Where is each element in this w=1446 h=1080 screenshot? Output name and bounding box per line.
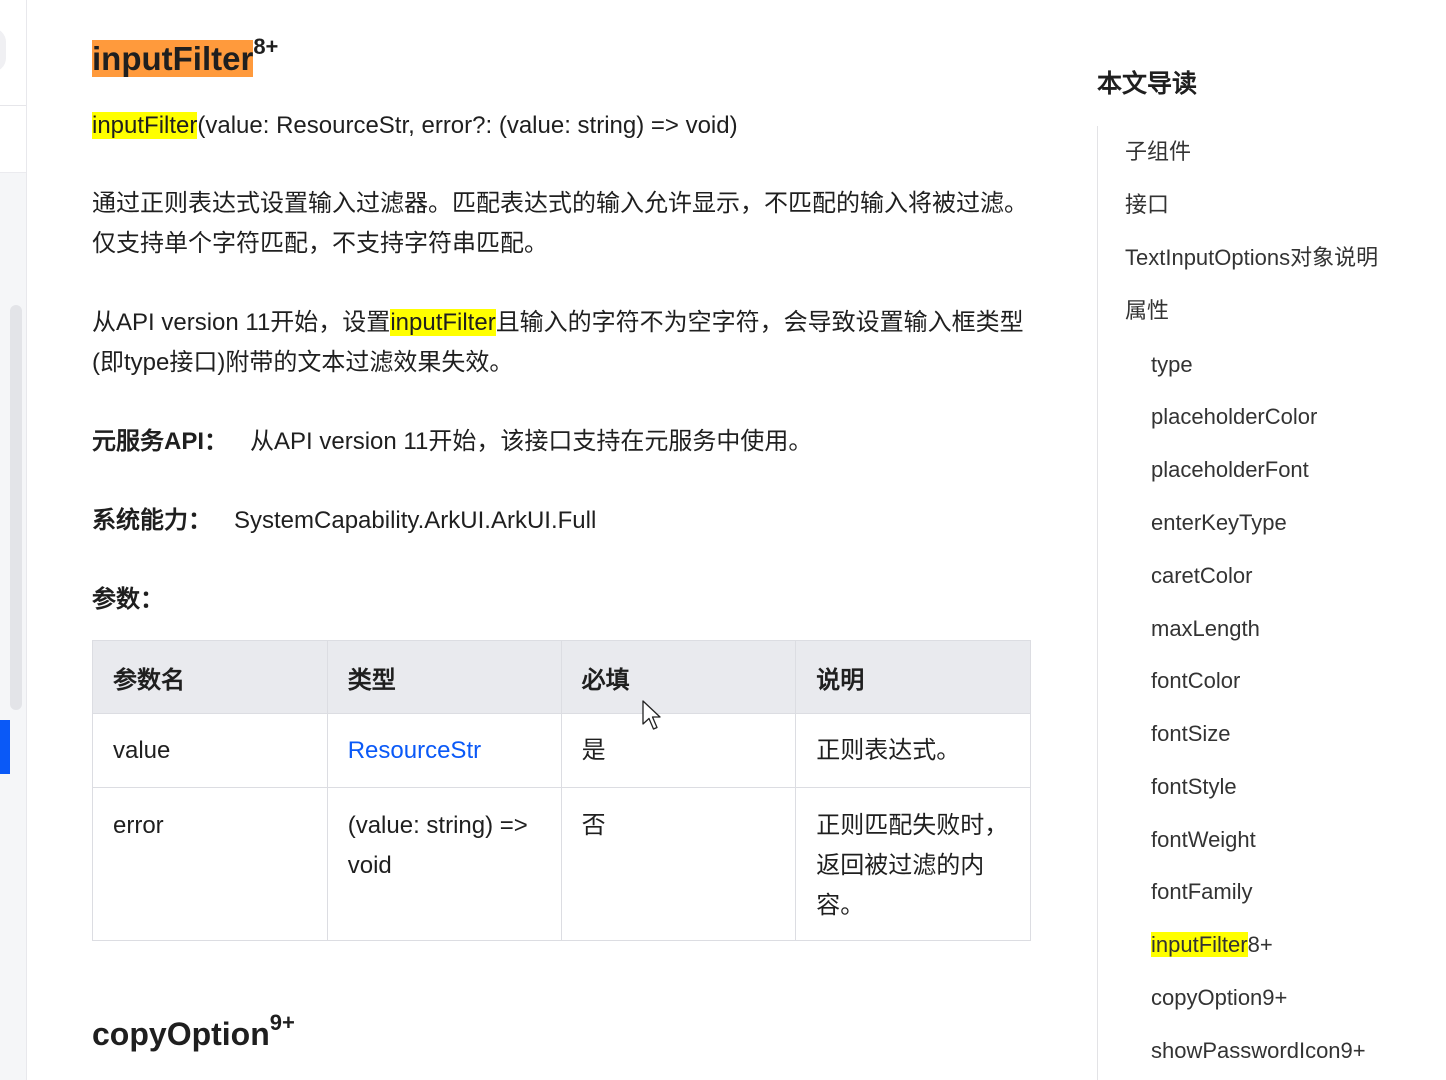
table-row: error (value: string) => void 否 正则匹配失败时，… bbox=[92, 787, 1031, 941]
toc-item-label: fontWeight bbox=[1151, 827, 1256, 852]
toc-item[interactable]: fontSize bbox=[1098, 719, 1231, 749]
toc-item[interactable]: copyOption9+ bbox=[1098, 983, 1287, 1013]
api-signature: inputFilter(value: ResourceStr, error?: … bbox=[92, 108, 738, 144]
toc-item-label: placeholderFont bbox=[1151, 457, 1309, 482]
toc-item[interactable]: 子组件 bbox=[1098, 137, 1191, 167]
toc-item[interactable]: fontStyle bbox=[1098, 772, 1237, 802]
next-heading-label: copyOption bbox=[92, 1016, 270, 1052]
meta-service-label: 元服务API： bbox=[92, 428, 229, 455]
toc-title: 本文导读 bbox=[1097, 70, 1198, 98]
note-paragraph: 从API version 11开始，设置inputFilter且输入的字符不为空… bbox=[92, 303, 1032, 383]
cell-type: ResourceStr bbox=[326, 713, 562, 788]
section-heading-copyoption: copyOption9+ bbox=[92, 1010, 295, 1053]
toc-item[interactable]: TextInputOptions对象说明 bbox=[1098, 243, 1378, 273]
toc-item[interactable]: caretColor bbox=[1098, 561, 1252, 591]
cell-required: 否 bbox=[560, 787, 797, 941]
toc-item-label: fontFamily bbox=[1151, 879, 1253, 904]
section-heading-inputfilter: inputFilter8+ bbox=[92, 34, 278, 78]
toc-item[interactable]: fontWeight bbox=[1098, 825, 1256, 855]
toc-item-label: placeholderColor bbox=[1151, 404, 1318, 429]
toc-item[interactable]: maxLength bbox=[1098, 614, 1260, 644]
header-param-name: 参数名 bbox=[92, 640, 328, 714]
toc-item[interactable]: placeholderColor bbox=[1098, 402, 1317, 432]
toc-item-label: TextInputOptions对象说明 bbox=[1125, 245, 1379, 270]
system-capability-label: 系统能力： bbox=[92, 507, 212, 534]
toc-item-label: type bbox=[1151, 352, 1193, 377]
resourcestr-link[interactable]: ResourceStr bbox=[348, 737, 481, 764]
sidebar-active-indicator bbox=[0, 720, 10, 774]
toc-item[interactable]: enterKeyType bbox=[1098, 508, 1287, 538]
section-heading-sup: 8+ bbox=[253, 34, 279, 59]
meta-service-line: 元服务API： 从API version 11开始，该接口支持在元服务中使用。 bbox=[92, 422, 812, 462]
toc-item[interactable]: 属性 bbox=[1098, 296, 1169, 326]
left-strip-section bbox=[0, 106, 26, 173]
signature-params: (value: ResourceStr, error?: (value: str… bbox=[197, 112, 738, 139]
cell-param-name: value bbox=[92, 713, 328, 788]
table-row: value ResourceStr 是 正则表达式。 bbox=[92, 713, 1031, 788]
toc-item-label: copyOption9+ bbox=[1151, 985, 1288, 1010]
note-highlight: inputFilter bbox=[390, 309, 496, 336]
toc-item-label: maxLength bbox=[1151, 616, 1260, 641]
header-description: 说明 bbox=[795, 640, 1031, 714]
section-heading-label: inputFilter bbox=[92, 40, 254, 77]
table-header-row: 参数名 类型 必填 说明 bbox=[92, 640, 1031, 714]
next-heading-sup: 9+ bbox=[269, 1010, 295, 1035]
toc-item-label: 属性 bbox=[1125, 298, 1170, 323]
toc-item[interactable]: placeholderFont bbox=[1098, 455, 1309, 485]
toc-item[interactable]: showPasswordIcon9+ bbox=[1098, 1036, 1366, 1066]
signature-name: inputFilter bbox=[92, 112, 198, 139]
toc-item-version: 8+ bbox=[1247, 932, 1273, 957]
toc-item-label: fontStyle bbox=[1151, 774, 1237, 799]
note-text-before: 从API version 11开始，设置 bbox=[92, 309, 391, 336]
mouse-cursor-icon bbox=[642, 700, 661, 730]
toc-item-label: fontSize bbox=[1151, 721, 1231, 746]
description-paragraph: 通过正则表达式设置输入过滤器。匹配表达式的输入允许显示，不匹配的输入将被过滤。仅… bbox=[92, 190, 1028, 257]
toc-item-label: 接口 bbox=[1125, 192, 1170, 217]
system-capability-value: SystemCapability.ArkUI.ArkUI.Full bbox=[234, 507, 597, 534]
toc-item[interactable]: fontFamily bbox=[1098, 877, 1252, 907]
sidebar-scrollbar[interactable] bbox=[10, 305, 22, 710]
left-sidebar-strip bbox=[0, 0, 27, 1080]
cell-description: 正则匹配失败时，返回被过滤的内容。 bbox=[795, 787, 1031, 941]
toc-item-label: caretColor bbox=[1151, 563, 1253, 588]
system-capability-line: 系统能力： SystemCapability.ArkUI.ArkUI.Full bbox=[92, 501, 596, 541]
meta-service-value: 从API version 11开始，该接口支持在元服务中使用。 bbox=[250, 428, 813, 455]
cell-param-name: error bbox=[92, 787, 328, 941]
header-type: 类型 bbox=[326, 640, 562, 714]
toc-item-label: showPasswordIcon9+ bbox=[1151, 1038, 1366, 1063]
toc-item-label: enterKeyType bbox=[1151, 510, 1287, 535]
toc-item[interactable]: type bbox=[1098, 350, 1193, 380]
cell-type: (value: string) => void bbox=[326, 787, 562, 941]
toc-item-label: fontColor bbox=[1151, 668, 1241, 693]
toc-item[interactable]: 接口 bbox=[1098, 190, 1169, 220]
cell-description: 正则表达式。 bbox=[795, 713, 1031, 788]
toc-item[interactable]: fontColor bbox=[1098, 666, 1240, 696]
params-table: 参数名 类型 必填 说明 value ResourceStr 是 正则表达式。 … bbox=[92, 640, 1031, 941]
cell-required: 是 bbox=[560, 713, 797, 788]
params-heading: 参数： bbox=[92, 586, 164, 613]
toc-item-label: 子组件 bbox=[1125, 139, 1192, 164]
toc-item[interactable]: inputFilter8+ bbox=[1098, 930, 1273, 960]
toc-item-label: inputFilter bbox=[1151, 932, 1248, 957]
header-required: 必填 bbox=[560, 640, 797, 714]
